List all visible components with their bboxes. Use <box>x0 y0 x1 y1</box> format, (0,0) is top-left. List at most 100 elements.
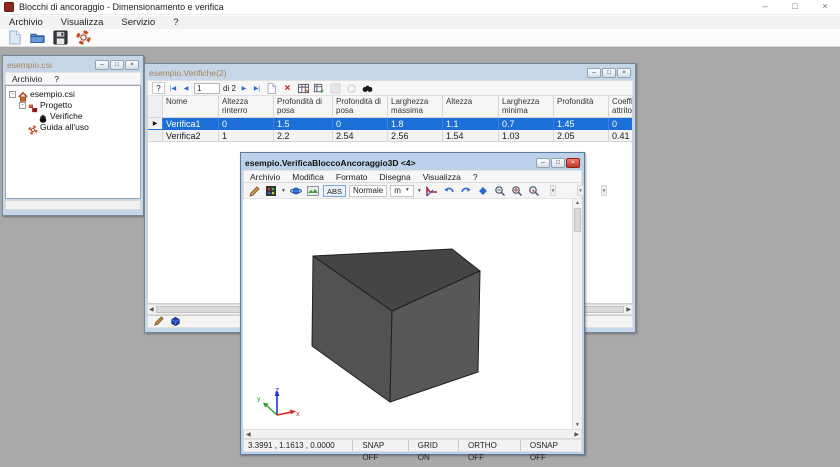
cell[interactable]: 0 <box>609 118 633 130</box>
view3d-menu-disegna[interactable]: Disegna <box>374 172 417 182</box>
column-header[interactable]: Larghezza massima <box>388 96 443 118</box>
find-binoculars-icon[interactable] <box>361 82 374 94</box>
zoom-out-icon[interactable] <box>493 184 507 197</box>
toolbar-overflow-icon[interactable]: ▼ <box>601 185 607 196</box>
column-header[interactable]: Profondità <box>554 96 609 118</box>
view3d-canvas[interactable]: Z x y <box>243 199 572 429</box>
scroll-left-icon[interactable]: ◀ <box>149 306 154 313</box>
osnap-toggle[interactable]: OSNAP OFF <box>520 440 581 451</box>
view3d-maximize-button[interactable]: □ <box>551 158 565 168</box>
cell[interactable]: 2.2 <box>274 130 333 142</box>
image-icon[interactable] <box>306 184 320 197</box>
orbit-icon[interactable] <box>289 184 303 197</box>
tree-close-button[interactable]: × <box>125 60 139 70</box>
tree-menu-archivio[interactable]: Archivio <box>6 74 48 84</box>
menu-servizio[interactable]: Servizio <box>112 16 164 29</box>
scroll-right-icon[interactable]: ▶ <box>574 431 579 438</box>
next-record-button[interactable]: ▶ <box>239 85 249 92</box>
view3d-menu-help[interactable]: ? <box>467 172 484 182</box>
redo-icon[interactable] <box>459 184 473 197</box>
new-file-icon[interactable] <box>4 30 24 46</box>
column-header[interactable]: Altezza rinterro <box>219 96 274 118</box>
style-combobox[interactable]: Normale <box>349 185 387 197</box>
add-record-icon[interactable] <box>265 82 278 94</box>
cell[interactable]: 1.5 <box>274 118 333 130</box>
close-button[interactable]: × <box>810 0 840 14</box>
menu-help[interactable]: ? <box>164 16 187 29</box>
last-record-button[interactable]: ▶| <box>252 85 262 92</box>
column-header[interactable]: Nome <box>163 96 219 118</box>
column-header[interactable]: Coefficiente attrito <box>609 96 633 118</box>
units-combobox[interactable]: m ▼ <box>390 185 414 197</box>
undo-icon[interactable] <box>442 184 456 197</box>
cell[interactable]: 1.54 <box>443 130 499 142</box>
view3d-close-button[interactable]: × <box>566 158 580 168</box>
cell[interactable]: 0 <box>333 118 388 130</box>
maximize-button[interactable]: □ <box>780 0 810 14</box>
tree-h-scrollbar[interactable] <box>5 200 141 210</box>
first-record-button[interactable]: |◀ <box>168 85 178 92</box>
edit-grid-icon[interactable] <box>297 82 310 94</box>
toolbar-overflow-icon[interactable]: ▼ <box>550 185 556 196</box>
view3d-menu-archivio[interactable]: Archivio <box>244 172 286 182</box>
snap-toggle[interactable]: SNAP OFF <box>352 440 407 451</box>
cell[interactable]: 2.05 <box>554 130 609 142</box>
table-row[interactable]: Verifica2 1 2.2 2.54 2.56 1.54 1.03 2.05… <box>148 130 632 142</box>
ortho-toggle[interactable]: ORTHO OFF <box>458 440 520 451</box>
cell[interactable]: 0.41 <box>609 130 633 142</box>
verifiche-minimize-button[interactable]: – <box>587 68 601 78</box>
view3d-v-scrollbar[interactable]: ▲ ▼ <box>572 199 582 429</box>
view3d-menu-formato[interactable]: Formato <box>330 172 374 182</box>
delete-record-icon[interactable]: × <box>281 82 294 94</box>
expander-icon[interactable]: - <box>19 102 26 109</box>
tree-item-root[interactable]: - esempio.csi <box>9 89 140 99</box>
cell[interactable]: 2.54 <box>333 130 388 142</box>
tree-item-guida[interactable]: Guida all'uso <box>9 122 140 132</box>
row-selector[interactable] <box>148 130 163 142</box>
toolbar-overflow-icon[interactable]: ▼ <box>577 185 583 196</box>
record-number-input[interactable]: 1 <box>194 83 220 94</box>
cell[interactable]: 1.1 <box>443 118 499 130</box>
menu-visualizza[interactable]: Visualizza <box>52 16 113 29</box>
scroll-up-icon[interactable]: ▲ <box>573 200 582 206</box>
column-header[interactable]: Profondità di posa <box>274 96 333 118</box>
help-lifering-icon[interactable] <box>73 30 93 46</box>
verifiche-window-titlebar[interactable]: esempio.Verifiche(2) – □ × <box>147 66 633 80</box>
cell[interactable]: 1.03 <box>499 130 554 142</box>
zoom-extents-icon[interactable] <box>510 184 524 197</box>
column-header[interactable]: Altezza <box>443 96 499 118</box>
table-row[interactable]: ▶ Verifica1 0 1.5 0 1.8 1.1 0.7 1.45 0 <box>148 118 632 130</box>
tree-minimize-button[interactable]: – <box>95 60 109 70</box>
scroll-right-icon[interactable]: ▶ <box>626 306 631 313</box>
cell[interactable]: 1.45 <box>554 118 609 130</box>
open-file-icon[interactable] <box>27 30 47 46</box>
swatch-dropdown-icon[interactable]: ▼ <box>281 188 286 194</box>
cell-nome[interactable]: Verifica1 <box>163 118 219 130</box>
column-header[interactable]: Larghezza minima <box>499 96 554 118</box>
view3d-menu-modifica[interactable]: Modifica <box>286 172 330 182</box>
record-help-button[interactable]: ? <box>152 82 165 94</box>
cell[interactable]: 1.8 <box>388 118 443 130</box>
view3d-minimize-button[interactable]: – <box>536 158 550 168</box>
expander-icon[interactable]: - <box>9 91 16 98</box>
verifiche-close-button[interactable]: × <box>617 68 631 78</box>
zoom-window-icon[interactable] <box>527 184 541 197</box>
minimize-button[interactable]: – <box>750 0 780 14</box>
prev-record-button[interactable]: ◀ <box>181 85 191 92</box>
angle-icon[interactable] <box>425 184 439 197</box>
cell-nome[interactable]: Verifica2 <box>163 130 219 142</box>
view3d-menu-visualizza[interactable]: Visualizza <box>417 172 467 182</box>
cell[interactable]: 0.7 <box>499 118 554 130</box>
toolbar-dropdown-icon[interactable]: ▼ <box>417 188 422 194</box>
color-swatch-icon[interactable] <box>264 184 278 197</box>
view3d-h-scrollbar[interactable]: ◀ ▶ <box>243 429 582 439</box>
column-header[interactable]: Profondità di posa <box>333 96 388 118</box>
scroll-down-icon[interactable]: ▼ <box>573 422 582 428</box>
pan-diamond-icon[interactable] <box>476 184 490 197</box>
tree-maximize-button[interactable]: □ <box>110 60 124 70</box>
tree-window-titlebar[interactable]: esempio.csi – □ × <box>5 58 141 72</box>
verifiche-maximize-button[interactable]: □ <box>602 68 616 78</box>
cell[interactable]: 2.56 <box>388 130 443 142</box>
scrollbar-thumb[interactable] <box>574 208 581 232</box>
abs-mode-button[interactable]: ABS <box>323 185 346 197</box>
